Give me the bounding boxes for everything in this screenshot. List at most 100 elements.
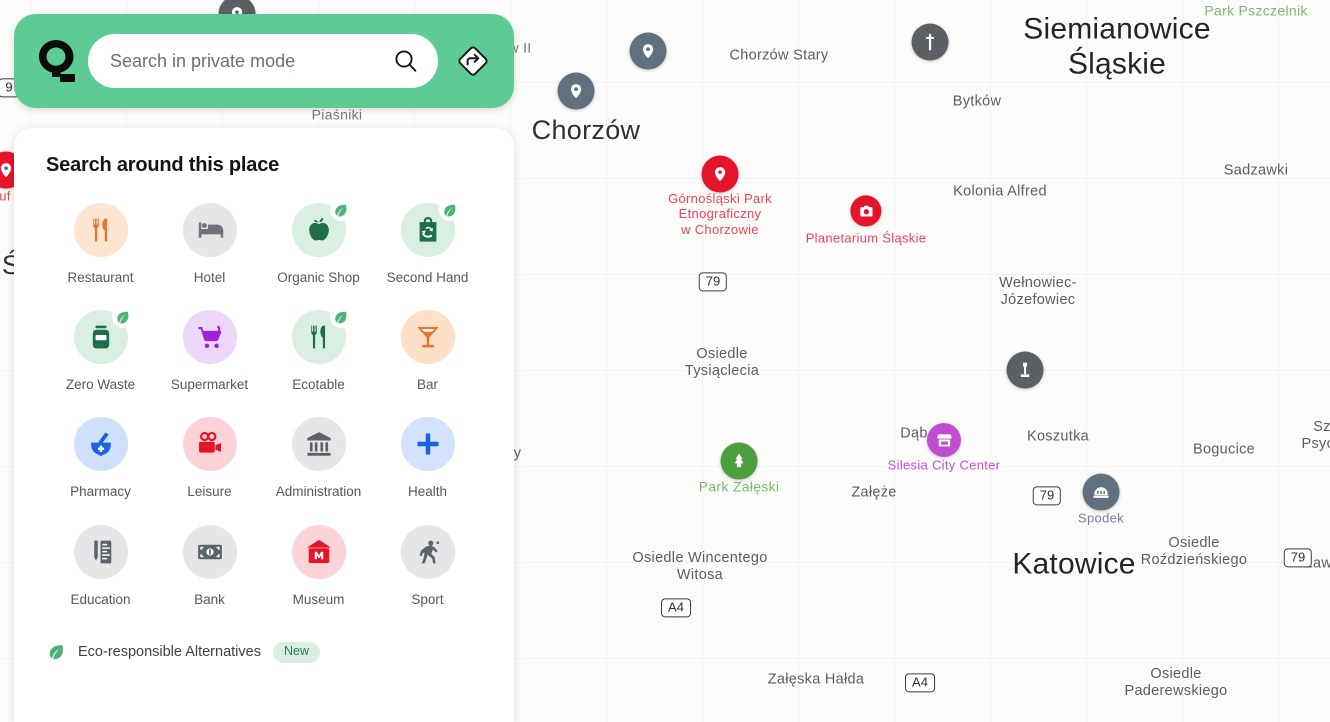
- map-label: Osiedle Tysiąclecia: [684, 345, 760, 379]
- map-label: Załęska Hałda: [767, 671, 865, 688]
- map-poi-map-pin-icon[interactable]: [629, 32, 667, 70]
- ruler-pen-icon: [73, 524, 128, 579]
- category-label: Bank: [194, 591, 225, 607]
- map-label: uf: [0, 188, 11, 204]
- category-icon-wrap: [291, 417, 346, 472]
- mortar-pestle-icon: [73, 417, 128, 472]
- search-around-panel: Search around this place Restaurant Hotel…: [14, 128, 514, 722]
- category-item-administration[interactable]: Administration: [264, 417, 373, 500]
- category-icon-wrap: [182, 310, 237, 365]
- category-item-education[interactable]: Education: [46, 524, 155, 608]
- map-label: Katowice: [1012, 547, 1136, 581]
- search-header: [14, 14, 514, 108]
- map-label: Sz Psych: [1301, 418, 1330, 452]
- category-icon-wrap: [73, 203, 128, 257]
- category-item-bank[interactable]: Bank: [155, 524, 264, 608]
- map-label: Spodek: [1078, 510, 1124, 526]
- category-label: Restaurant: [67, 270, 134, 285]
- category-label: Second Hand: [386, 270, 469, 285]
- category-icon-wrap: [73, 417, 128, 472]
- map-label: Silesia City Center: [887, 457, 1001, 473]
- category-item-restaurant[interactable]: Restaurant: [46, 203, 155, 286]
- category-item-zero-waste[interactable]: Zero Waste: [46, 306, 155, 393]
- category-icon-wrap: [182, 203, 237, 257]
- search-field[interactable]: [88, 34, 438, 88]
- category-label: Museum: [292, 591, 345, 607]
- map-label: Kolonia Alfred: [953, 183, 1047, 200]
- category-label: Administration: [275, 484, 362, 500]
- map-label: Bytków: [952, 93, 1002, 110]
- leaf-icon: [46, 642, 66, 662]
- map-label: Sadzawki: [1223, 162, 1289, 179]
- map-label: Załęże: [851, 484, 897, 501]
- map-label: Piaśniki: [311, 106, 363, 123]
- plus-icon: [400, 417, 455, 472]
- category-icon-wrap: [400, 417, 455, 472]
- leaf-icon: [111, 306, 134, 329]
- map-label: Chorzów Stary: [729, 47, 829, 64]
- category-icon-wrap: [400, 524, 455, 579]
- search-icon[interactable]: [386, 41, 426, 81]
- category-icon-wrap: [291, 306, 352, 365]
- category-item-second-hand[interactable]: Second Hand: [373, 199, 482, 286]
- cocktail-icon: [400, 310, 455, 365]
- category-label: Bar: [416, 377, 438, 393]
- category-item-hotel[interactable]: Hotel: [155, 203, 264, 286]
- category-icon-wrap: [400, 310, 455, 365]
- category-icon-wrap: [291, 524, 346, 579]
- category-icon-wrap: [73, 524, 128, 579]
- map-poi-shop-icon[interactable]: [926, 422, 962, 458]
- category-icon-wrap: [73, 306, 134, 365]
- category-label: Zero Waste: [65, 377, 136, 393]
- map-poi-heritage-icon[interactable]: [701, 155, 739, 193]
- leaf-icon: [438, 199, 461, 221]
- museum-icon: [291, 524, 346, 579]
- road-shield: 79: [1283, 548, 1313, 568]
- category-label: Organic Shop: [277, 270, 360, 285]
- map-label: Górnośląski Park Etnograficzny w Chorzow…: [668, 191, 772, 237]
- category-icon-wrap: [400, 199, 461, 257]
- map-poi-map-pin-icon[interactable]: [557, 72, 595, 110]
- map-poi-church-icon[interactable]: [911, 23, 949, 61]
- map-label: Osiedle Wincentego Witosa: [632, 549, 768, 583]
- category-label: Sport: [411, 591, 444, 607]
- category-item-supermarket[interactable]: Supermarket: [155, 310, 264, 393]
- category-item-museum[interactable]: Museum: [264, 524, 373, 608]
- shopping-cart-icon: [182, 310, 237, 365]
- category-label: Supermarket: [170, 377, 249, 393]
- bed-icon: [182, 203, 237, 257]
- category-label: Leisure: [187, 484, 232, 500]
- map-poi-stadium-icon[interactable]: [1082, 473, 1120, 511]
- map-label: Osiedle Paderewskiego: [1124, 665, 1228, 699]
- category-item-leisure[interactable]: Leisure: [155, 417, 264, 500]
- page-title: Search around this place: [46, 154, 280, 176]
- category-item-bar[interactable]: Bar: [373, 310, 482, 393]
- category-item-ecotable[interactable]: Ecotable: [264, 306, 373, 393]
- leaf-icon: [329, 306, 352, 329]
- map-label: Siemianowice Śląskie: [1023, 12, 1211, 81]
- map-label: Osiedle Roździeńskiego: [1140, 534, 1248, 568]
- category-icon-wrap: [291, 199, 352, 257]
- map-label: Koszutka: [1026, 428, 1090, 445]
- map-label: Chorzów: [531, 115, 641, 146]
- status-badge: New: [272, 641, 320, 663]
- category-item-organic-shop[interactable]: Organic Shop: [264, 199, 373, 286]
- road-shield: A4: [661, 598, 691, 618]
- map-label: Wełnowiec- Józefowiec: [999, 274, 1077, 308]
- eco-alternatives-footer[interactable]: Eco-responsible Alternatives New: [46, 641, 482, 663]
- category-icon-wrap: [182, 524, 237, 579]
- category-label: Hotel: [193, 270, 226, 285]
- category-item-pharmacy[interactable]: Pharmacy: [46, 417, 155, 500]
- map-label: Bogucice: [1192, 441, 1256, 458]
- qwant-pin-logo-icon[interactable]: [32, 35, 82, 87]
- map-poi-tree-icon[interactable]: [720, 442, 758, 480]
- category-item-sport[interactable]: Sport: [373, 524, 482, 608]
- category-label: Health: [407, 484, 448, 500]
- map-poi-monument-icon[interactable]: [1006, 351, 1044, 389]
- leaf-icon: [329, 199, 352, 221]
- search-input[interactable]: [110, 50, 386, 72]
- map-label: Park Załęski: [698, 478, 780, 495]
- category-icon-wrap: [182, 417, 237, 472]
- category-item-health[interactable]: Health: [373, 417, 482, 500]
- directions-diamond-icon[interactable]: [450, 38, 496, 84]
